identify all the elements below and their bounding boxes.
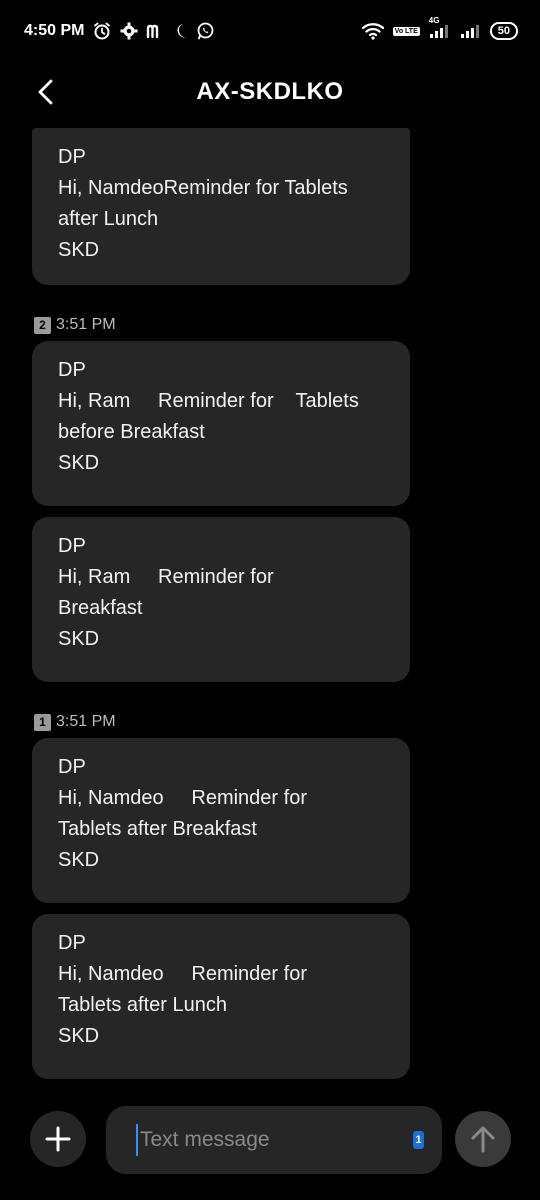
message-input[interactable] bbox=[136, 1124, 413, 1156]
message-bubble[interactable]: DP Hi, Namdeo Reminder for Tablets after… bbox=[32, 738, 410, 903]
message-bubble[interactable]: DP Hi, NamdeoReminder for Tablets after … bbox=[32, 128, 410, 285]
message-line: Hi, NamdeoReminder for Tablets bbox=[58, 177, 348, 199]
send-arrow-icon bbox=[471, 1126, 495, 1153]
message-line: Tablets after Lunch bbox=[58, 994, 227, 1016]
sim-selector-icon[interactable]: 1 bbox=[413, 1131, 424, 1149]
message-line: DP bbox=[58, 535, 86, 557]
message-line: Tablets after Breakfast bbox=[58, 818, 257, 840]
message-composer: 1 bbox=[0, 1100, 540, 1180]
conversation-header: AX-SKDLKO bbox=[0, 62, 540, 122]
message-bubble[interactable]: DP Hi, Namdeo Reminder for Tablets after… bbox=[32, 914, 410, 1079]
message-line: before Breakfast bbox=[58, 421, 205, 443]
message-bubble[interactable]: DP Hi, Ram Reminder for Tablets before B… bbox=[32, 341, 410, 506]
message-line: after Lunch bbox=[58, 208, 159, 230]
conversation-title: AX-SKDLKO bbox=[196, 78, 344, 105]
message-line: SKD bbox=[58, 239, 100, 261]
message-input-container[interactable]: 1 bbox=[106, 1106, 442, 1174]
message-line: DP bbox=[58, 359, 86, 381]
message-line: DP bbox=[58, 756, 86, 778]
message-line: SKD bbox=[58, 628, 100, 650]
send-button[interactable] bbox=[455, 1111, 511, 1167]
sim-1-icon: 1 bbox=[34, 713, 51, 731]
message-line: Hi, Ram Reminder for Tablets bbox=[58, 390, 359, 412]
add-attachment-button[interactable] bbox=[30, 1111, 86, 1167]
sim-2-icon: 2 bbox=[34, 316, 51, 334]
back-arrow-icon bbox=[38, 79, 53, 105]
message-line: SKD bbox=[58, 452, 100, 474]
message-line: Breakfast bbox=[58, 597, 143, 619]
message-line: Hi, Namdeo Reminder for bbox=[58, 963, 307, 985]
timestamp-text: 3:51 PM bbox=[56, 316, 116, 333]
plus-icon bbox=[45, 1126, 71, 1152]
message-bubble[interactable]: DP Hi, Ram Reminder for Breakfast SKD bbox=[32, 517, 410, 682]
message-line: SKD bbox=[58, 849, 100, 871]
message-line: Hi, Ram Reminder for bbox=[58, 566, 274, 588]
message-line: DP bbox=[58, 932, 86, 954]
message-timestamp: 1 3:51 PM bbox=[34, 713, 116, 731]
message-line: DP bbox=[58, 146, 86, 168]
message-line: SKD bbox=[58, 1025, 100, 1047]
message-line: Hi, Namdeo Reminder for bbox=[58, 787, 307, 809]
message-thread[interactable]: DP Hi, NamdeoReminder for Tablets after … bbox=[0, 0, 540, 1090]
back-button[interactable] bbox=[26, 72, 66, 112]
message-timestamp: 2 3:51 PM bbox=[34, 316, 116, 334]
timestamp-text: 3:51 PM bbox=[56, 713, 116, 730]
